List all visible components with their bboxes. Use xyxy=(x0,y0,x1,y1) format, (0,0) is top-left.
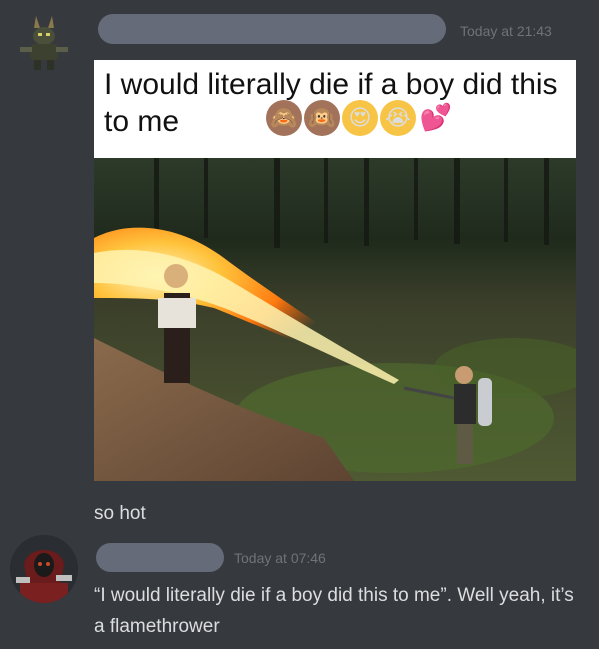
message-text: “I would literally die if a boy did this… xyxy=(94,585,574,637)
heart-eyes-icon: 😍 xyxy=(342,100,378,136)
two-hearts-icon: 💕 xyxy=(419,103,453,133)
flamethrower-photo xyxy=(94,158,576,481)
hooded-warrior-avatar-icon xyxy=(10,535,78,603)
emoji-row: 🙈 🙉 😍 😭 💕 xyxy=(266,100,454,136)
crying-face-icon: 😭 xyxy=(380,100,416,136)
robot-avatar-icon xyxy=(14,12,74,72)
user-avatar[interactable] xyxy=(10,535,78,603)
message-timestamp: Today at 07:46 xyxy=(234,550,326,566)
message-timestamp: Today at 21:43 xyxy=(460,23,552,39)
meme-image-attachment[interactable]: I would literally die if a boy did this … xyxy=(94,60,576,481)
hear-no-evil-monkey-icon: 🙉 xyxy=(304,100,340,136)
see-no-evil-monkey-icon: 🙈 xyxy=(266,100,302,136)
username-redacted[interactable] xyxy=(98,14,446,44)
message-text: so hot xyxy=(94,503,146,524)
username-redacted[interactable] xyxy=(96,543,224,572)
user-avatar[interactable] xyxy=(14,12,74,72)
